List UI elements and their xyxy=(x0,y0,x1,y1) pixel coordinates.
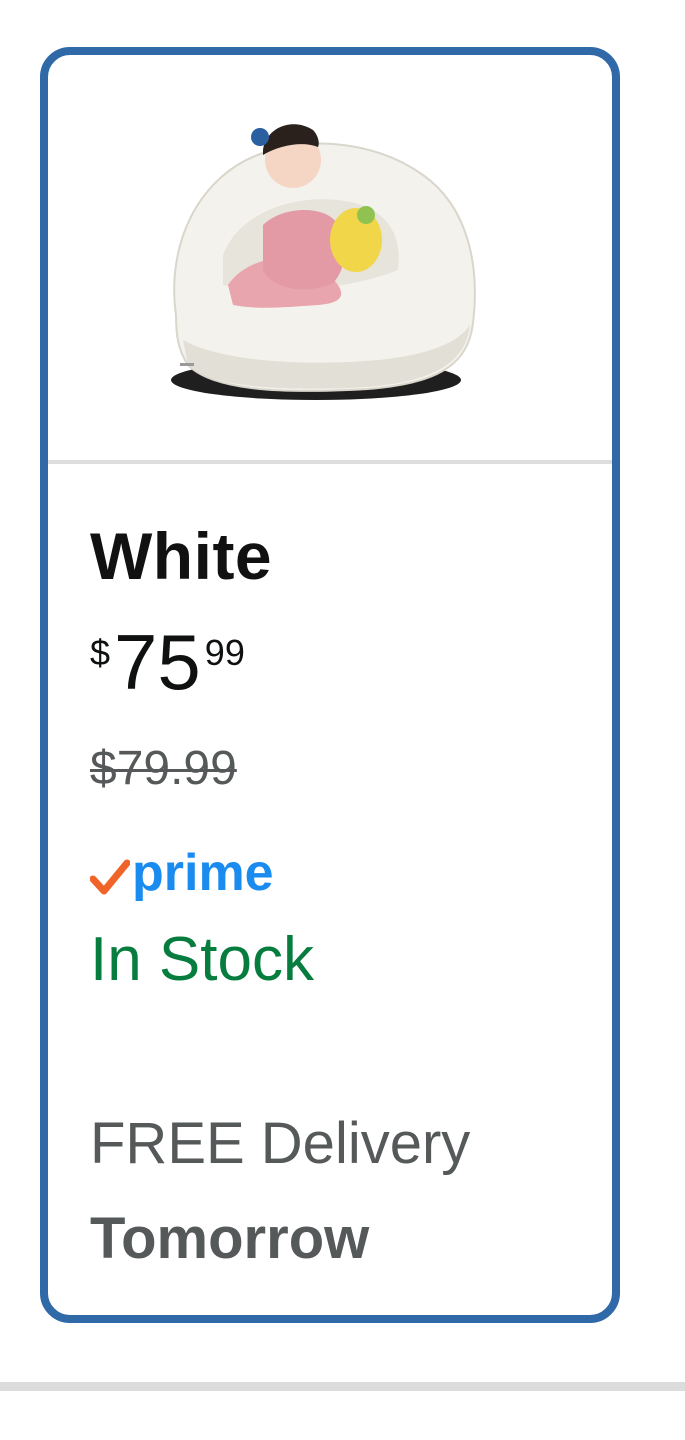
variant-name: White xyxy=(90,519,273,593)
prime-label: prime xyxy=(132,844,274,902)
product-image xyxy=(48,55,612,460)
price-fraction: 99 xyxy=(204,632,245,673)
check-icon xyxy=(89,843,131,905)
price-symbol: $ xyxy=(90,632,111,673)
stock-status: In Stock xyxy=(90,925,314,994)
page: White $75 99 $79.99 prime In Stock FREE D… xyxy=(0,0,685,1440)
section-divider xyxy=(0,1382,685,1391)
delivery-date: Tomorrow xyxy=(90,1206,370,1271)
delivery-line: FREE Delivery xyxy=(90,1111,471,1176)
bean-bag-chair-image xyxy=(171,124,476,400)
image-divider xyxy=(48,460,612,464)
list-price: $79.99 xyxy=(90,742,237,795)
variant-option-card-white[interactable]: White $75 99 $79.99 prime In Stock FREE D… xyxy=(40,47,620,1323)
price-whole: 75 xyxy=(114,618,201,706)
price: $75 99 xyxy=(90,623,245,701)
prime-badge: prime xyxy=(89,843,274,905)
